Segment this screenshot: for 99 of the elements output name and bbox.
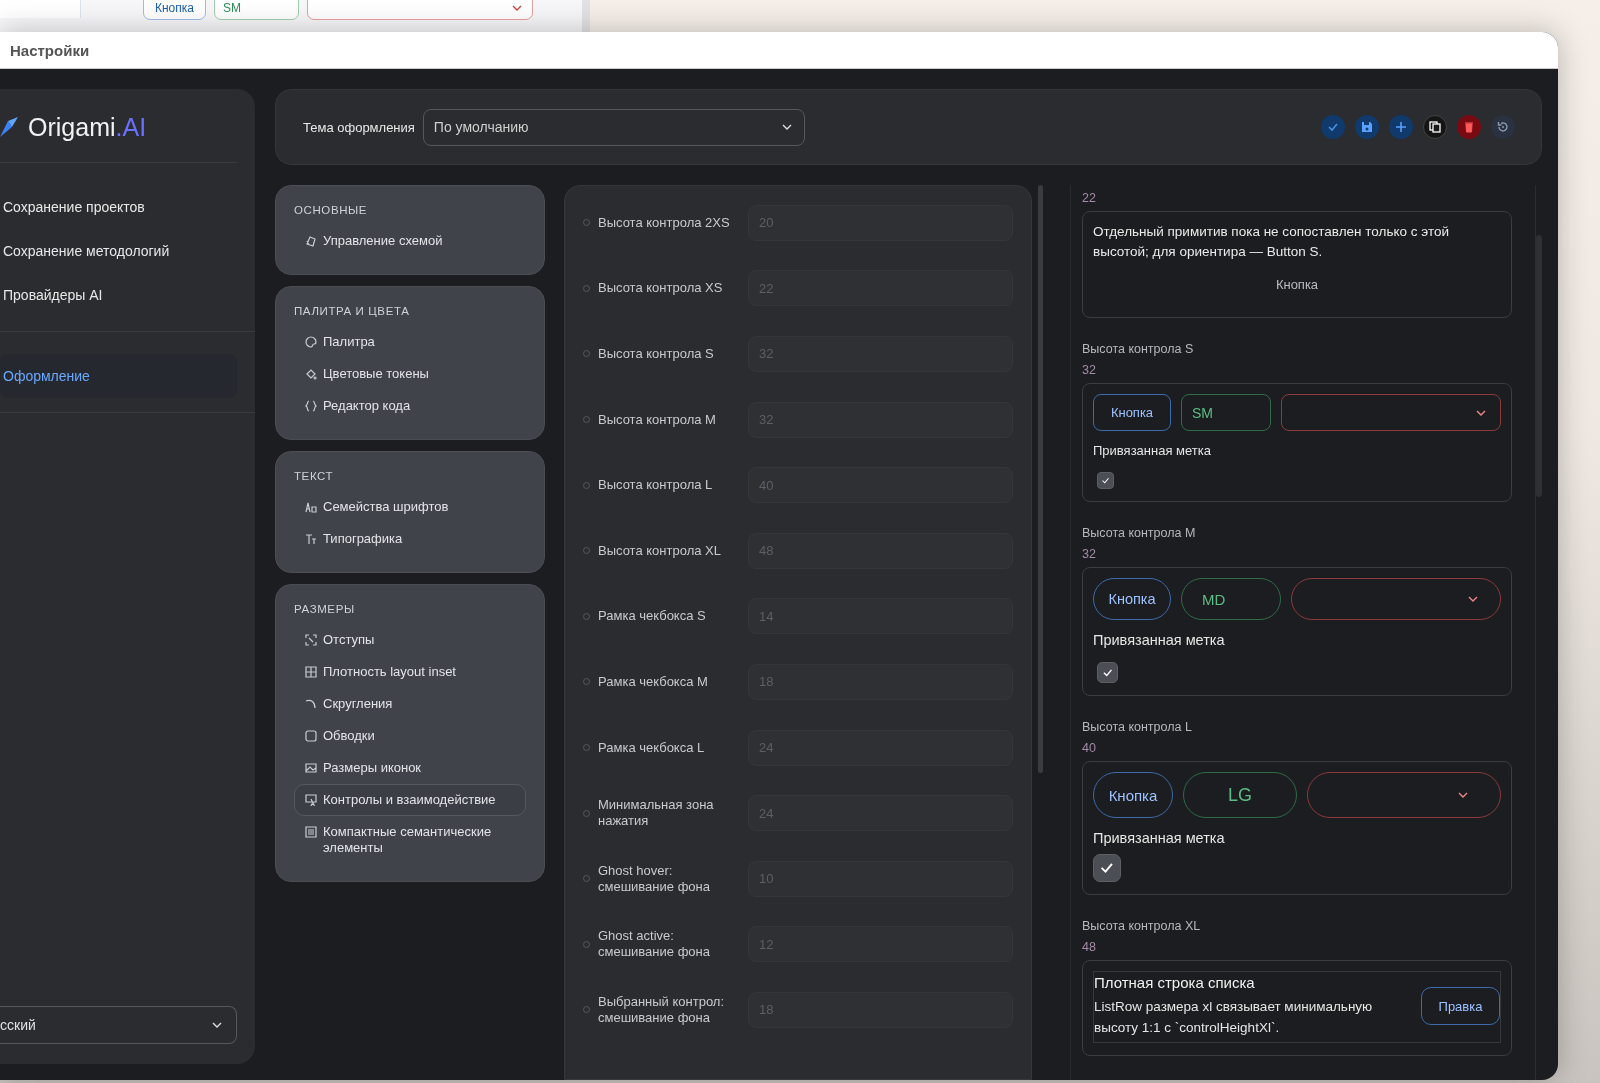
nav-item[interactable]: Компактные семантические элементы — [294, 816, 526, 864]
nav-group-title: ПАЛИТРА И ЦВЕТА — [294, 305, 411, 317]
chevron-icon — [1458, 792, 1468, 798]
chevron-icon — [512, 5, 522, 11]
font-icon — [305, 501, 317, 513]
button[interactable]: Кнопка — [143, 0, 206, 20]
type-icon — [305, 533, 317, 545]
nav-group-title: ОСНОВНЫЕ — [294, 204, 369, 216]
size-field[interactable]: SM — [1181, 394, 1271, 431]
sidebar-item[interactable]: Сохранение проектов — [0, 185, 237, 229]
nav-item[interactable]: Семейства шрифтов — [294, 491, 526, 523]
token-label: Высота контрола XL — [598, 542, 722, 559]
corner-icon — [305, 698, 317, 710]
chevron-icon — [781, 124, 792, 130]
token-label: Высота контрола M — [598, 411, 717, 428]
theme-select[interactable]: По умолчанию — [422, 108, 805, 146]
check-button[interactable] — [1321, 115, 1345, 139]
expand-icon — [305, 634, 317, 646]
window-title: Настройки — [10, 41, 90, 59]
nav-item[interactable]: Палитра — [294, 326, 526, 358]
row-description: ListRow размера xl связывает минимальную высоту 1:1 с `controlHeightXl`. — [1094, 998, 1374, 1037]
plus-button[interactable] — [1389, 115, 1413, 139]
row-title: Плотная строка списка — [1094, 974, 1256, 991]
nav-item[interactable]: Типографика — [294, 523, 526, 555]
chevron-icon — [212, 1022, 222, 1028]
token-title: Высота контрола XL — [1082, 919, 1202, 933]
ghost-button[interactable]: Кнопка — [1269, 276, 1325, 293]
token-label: Рамка чекбокса L — [598, 739, 706, 756]
sidebar-item[interactable]: Оформление — [0, 354, 237, 398]
token-label: Высота контрола S — [598, 346, 715, 362]
nav-item[interactable]: Отступы — [294, 624, 526, 656]
theme-label: Тема оформления — [303, 119, 415, 135]
dropdown[interactable] — [1281, 394, 1501, 431]
logo-text: Origami.AI — [28, 113, 147, 142]
token-label: Высота контрола L — [598, 477, 714, 494]
nav-group-title: РАЗМЕРЫ — [294, 603, 356, 615]
palette-icon — [305, 336, 317, 348]
nav-item[interactable]: Обводки — [294, 720, 526, 752]
token-label: Ghost active: смешивание фона — [598, 928, 711, 961]
size-field[interactable]: SM — [214, 0, 299, 20]
token-title: Высота контрола S — [1082, 342, 1195, 356]
nav-item[interactable]: Редактор кода — [294, 390, 526, 422]
button[interactable]: Кнопка — [1093, 394, 1171, 431]
logo-icon — [0, 116, 20, 139]
token-value: 32 — [1082, 547, 1097, 561]
copy-button[interactable] — [1423, 115, 1447, 139]
nav-item[interactable]: Управление схемой — [294, 225, 526, 257]
field-label: Привязанная метка — [1093, 443, 1212, 458]
reset-icon — [1497, 121, 1509, 133]
check-icon — [1327, 121, 1339, 133]
token-value: 22 — [1082, 191, 1097, 205]
token-title: Высота контрола L — [1082, 720, 1193, 734]
dropdown[interactable] — [307, 0, 533, 20]
checkbox[interactable] — [1097, 662, 1118, 683]
trash-button[interactable] — [1457, 115, 1481, 139]
nav-item[interactable]: Размеры иконок — [294, 752, 526, 784]
reset-button[interactable] — [1491, 115, 1515, 139]
chevron-icon — [1476, 409, 1486, 416]
token-label: Высота контрола 2XS — [598, 214, 731, 231]
cursor-icon — [305, 794, 317, 806]
token-value: 32 — [1082, 363, 1097, 377]
save-button[interactable] — [1355, 115, 1379, 139]
scrollbar[interactable] — [1038, 185, 1043, 773]
nav-item[interactable]: Цветовые токены — [294, 358, 526, 390]
schema-icon — [305, 235, 317, 247]
sidebar-item[interactable]: Сохранение методологий — [0, 229, 237, 273]
check-icon — [1099, 860, 1115, 876]
checkbox[interactable] — [1097, 472, 1114, 489]
token-value: 40 — [1082, 741, 1097, 755]
sidebar-item[interactable]: Провайдеры AI — [0, 273, 237, 317]
token-label: Рамка чекбокса S — [598, 608, 707, 625]
checkbox[interactable] — [1093, 854, 1121, 882]
trash-icon — [1463, 121, 1475, 133]
token-label: Ghost hover: смешивание фона — [598, 862, 711, 895]
token-title: Высота контрола M — [1082, 526, 1197, 540]
plus-icon — [1395, 121, 1407, 133]
braces-icon — [305, 400, 317, 412]
copy-icon — [1429, 121, 1441, 133]
field-label: Привязанная метка — [1093, 830, 1226, 846]
save-icon — [1361, 121, 1373, 133]
chevron-icon — [1468, 596, 1478, 602]
list-icon — [305, 826, 317, 838]
grid-icon — [305, 666, 317, 678]
note-text: Отдельный примитив пока не сопоставлен только с этой высотой; для ориентира — Button S. — [1093, 223, 1450, 261]
token-label: Высота контрола XS — [598, 280, 724, 297]
token-label: Минимальная зона нажатия — [598, 797, 715, 830]
bucket-icon — [305, 368, 317, 380]
nav-item[interactable]: Плотность layout inset — [294, 656, 526, 688]
check-icon — [1101, 476, 1110, 485]
image-icon — [305, 762, 317, 774]
token-label: Выбранный контрол: смешивание фона — [598, 993, 726, 1026]
token-label: Рамка чекбокса M — [598, 673, 709, 690]
field-label: Привязанная метка — [1093, 632, 1226, 648]
nav-item[interactable]: Скругления — [294, 688, 526, 720]
language-select[interactable]: сский — [0, 1006, 237, 1044]
nav-group-title: ТЕКСТ — [294, 470, 335, 482]
nav-item[interactable]: Контролы и взаимодействие — [294, 784, 526, 816]
edit-button[interactable]: Правка — [1421, 987, 1500, 1025]
token-value: 48 — [1082, 940, 1097, 954]
